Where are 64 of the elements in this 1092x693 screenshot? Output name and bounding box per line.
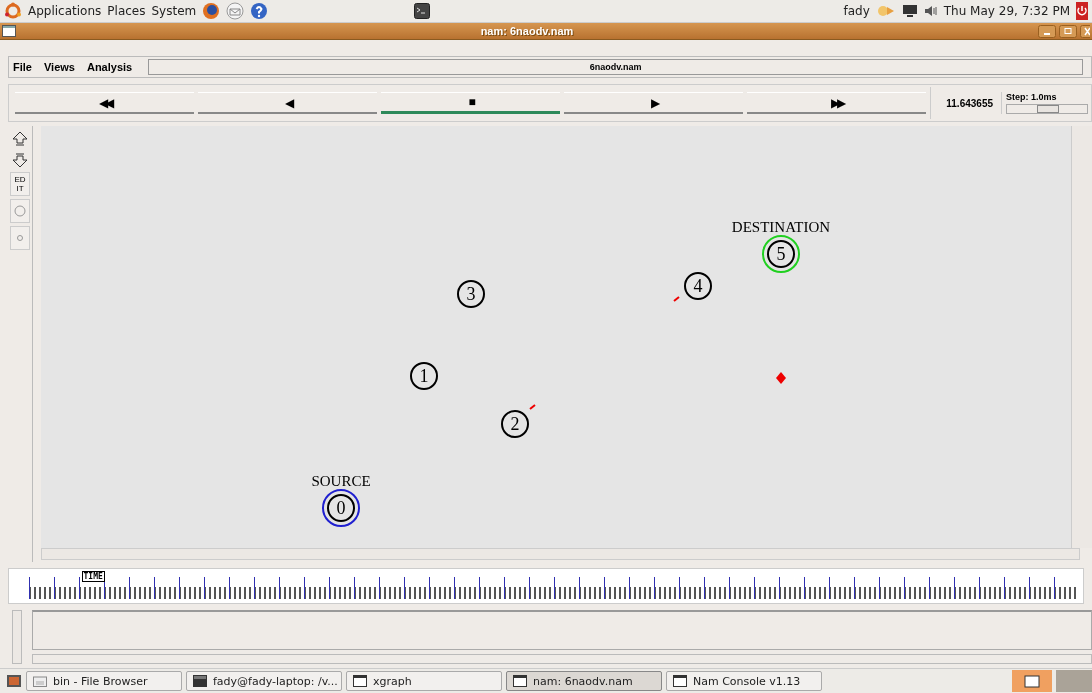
playback-button[interactable]: ■ — [381, 92, 560, 114]
power-icon[interactable] — [1076, 2, 1088, 20]
folder-icon — [33, 675, 47, 687]
slider-thumb[interactable] — [1037, 105, 1059, 113]
panel-menu[interactable]: System — [151, 4, 197, 18]
show-desktop-icon[interactable] — [6, 673, 22, 689]
network-node[interactable]: 4 — [684, 272, 712, 300]
horizontal-scrollbar[interactable] — [41, 548, 1080, 560]
node-caption: SOURCE — [311, 473, 371, 489]
taskbar-button[interactable]: nam: 6naodv.nam — [506, 671, 662, 691]
taskbar-button[interactable]: xgraph — [346, 671, 502, 691]
network-node[interactable]: 2 — [501, 410, 529, 438]
terminal-icon — [193, 675, 207, 687]
taskbar-button[interactable]: Nam Console v1.13 — [666, 671, 822, 691]
playback-button[interactable]: ◀ — [198, 92, 377, 114]
taskbar-button[interactable]: fady@fady-laptop: /v... — [186, 671, 342, 691]
network-node[interactable]: 1 — [410, 362, 438, 390]
node-caption: DESTINATION — [731, 219, 831, 235]
playback-button[interactable]: ◀◀ — [15, 92, 194, 114]
panel-menu[interactable]: Places — [107, 4, 146, 18]
time-slider[interactable]: TIME — [8, 568, 1084, 604]
time-marker[interactable]: TIME — [81, 571, 105, 582]
ubuntu-logo-icon[interactable] — [4, 2, 22, 20]
maximize-icon[interactable] — [1059, 24, 1077, 38]
packet-diamond — [776, 372, 786, 384]
taskbar-button[interactable]: bin - File Browser — [26, 671, 182, 691]
packet-mark — [673, 296, 680, 302]
window-title: nam: 6naodv.nam — [479, 25, 575, 37]
step-label: Step: 1.0ms — [1006, 92, 1058, 102]
help-icon[interactable] — [250, 2, 269, 20]
menu-item[interactable]: File — [13, 61, 32, 73]
playback-button[interactable]: ▶▶ — [747, 92, 926, 114]
circle-icon — [14, 205, 26, 217]
dot-tool-button[interactable] — [10, 226, 30, 250]
close-icon[interactable] — [1080, 24, 1090, 38]
network-node[interactable]: 3 — [457, 280, 485, 308]
network-node[interactable]: 0 — [322, 489, 360, 527]
envelope-icon[interactable] — [226, 2, 245, 20]
horizontal-scrollbar[interactable] — [32, 654, 1092, 664]
menu-item[interactable]: Analysis — [86, 61, 133, 73]
file-name-field: 6naodv.nam — [148, 59, 1083, 75]
window-icon — [673, 675, 687, 687]
window-icon — [513, 675, 527, 687]
window-icon — [353, 675, 367, 687]
zoom-in-icon[interactable] — [11, 130, 29, 148]
edit-button[interactable]: ED IT — [10, 172, 30, 196]
menu-item[interactable]: Views — [43, 61, 75, 73]
globe-icon[interactable] — [202, 2, 221, 20]
packet-mark — [529, 404, 536, 410]
network-node[interactable]: 5 — [762, 235, 800, 273]
terminal-icon[interactable] — [414, 3, 431, 19]
minimize-icon[interactable] — [1038, 24, 1056, 38]
time-display: 11.643655 — [930, 87, 997, 119]
clock[interactable]: Thu May 29, 7:32 PM — [943, 4, 1070, 18]
workspace-icon[interactable] — [1012, 670, 1052, 692]
circle-icon — [17, 235, 23, 241]
step-slider[interactable] — [1006, 104, 1088, 114]
user-name: fady — [843, 4, 870, 18]
zoom-out-icon[interactable] — [11, 151, 29, 169]
panel-menu[interactable]: Applications — [28, 4, 102, 18]
playback-button[interactable]: ▶ — [564, 92, 743, 114]
window-icon[interactable] — [2, 25, 16, 37]
vertical-scrollbar[interactable] — [12, 610, 22, 664]
volume-icon[interactable] — [923, 4, 938, 18]
